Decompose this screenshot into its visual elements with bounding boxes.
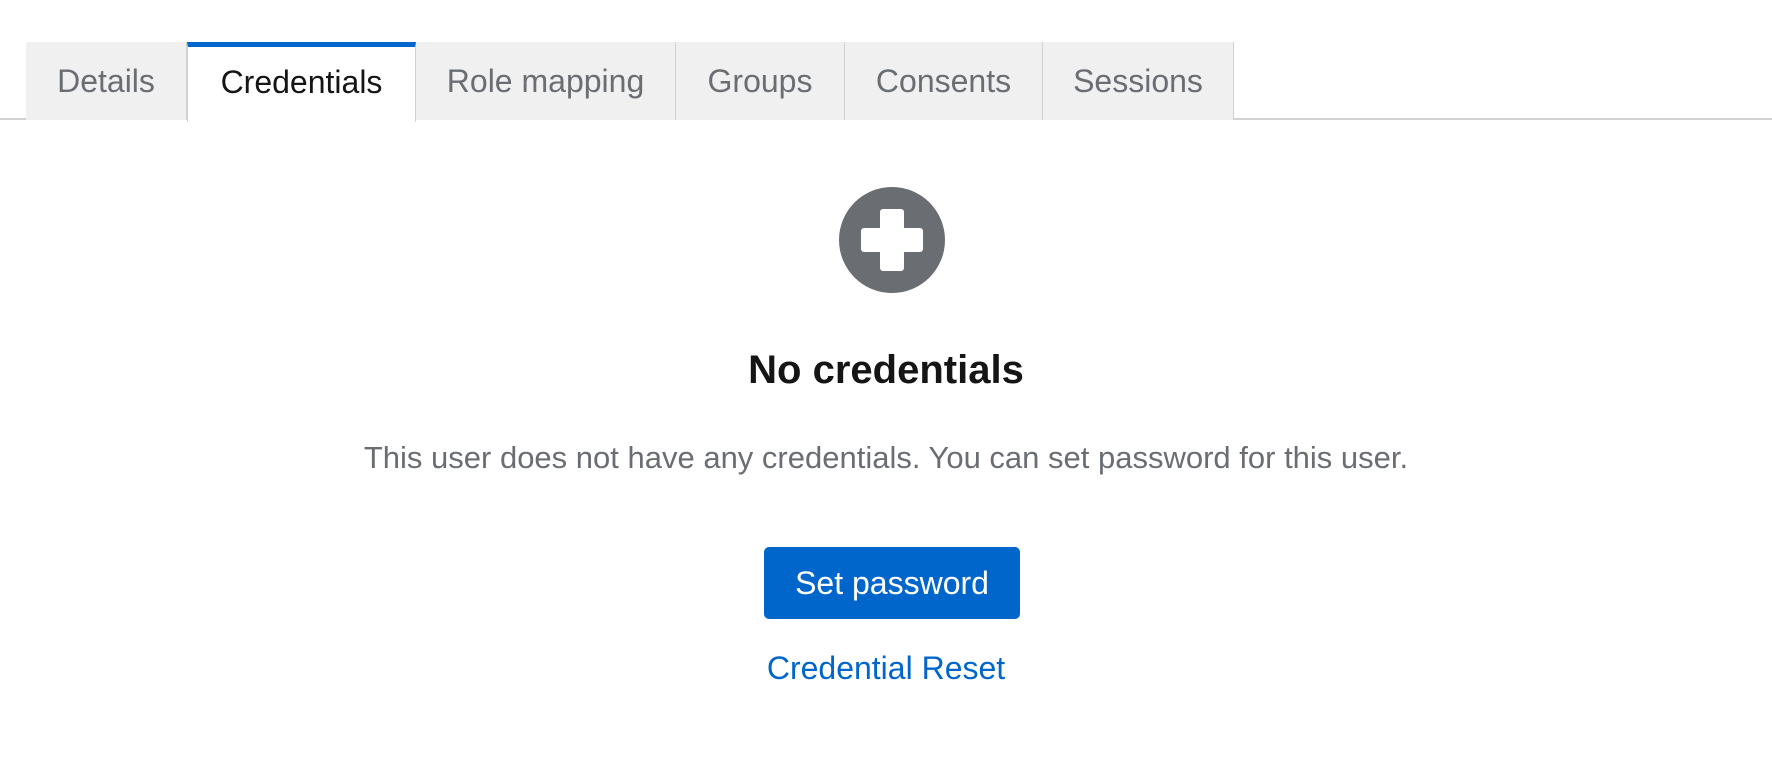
empty-state-title: No credentials	[748, 348, 1024, 392]
empty-state-body: This user does not have any credentials.…	[363, 440, 1409, 475]
tab-bar: Details Credentials Role mapping Groups …	[0, 42, 1772, 122]
tab-sessions[interactable]: Sessions	[1043, 42, 1234, 120]
credential-reset-link[interactable]: Credential Reset	[0, 650, 1772, 687]
plus-circle-icon	[839, 187, 945, 293]
tab-details[interactable]: Details	[26, 42, 187, 120]
tab-consents[interactable]: Consents	[845, 42, 1043, 120]
tab-groups[interactable]: Groups	[676, 42, 845, 120]
user-credentials-page: Details Credentials Role mapping Groups …	[0, 0, 1772, 760]
tab-list: Details Credentials Role mapping Groups …	[26, 42, 1234, 122]
empty-state: No credentials This user does not have a…	[0, 120, 1772, 760]
tab-credentials[interactable]: Credentials	[187, 42, 416, 122]
tab-role-mapping[interactable]: Role mapping	[416, 42, 676, 120]
plus-vertical-bar	[880, 209, 904, 271]
set-password-button[interactable]: Set password	[764, 547, 1020, 619]
